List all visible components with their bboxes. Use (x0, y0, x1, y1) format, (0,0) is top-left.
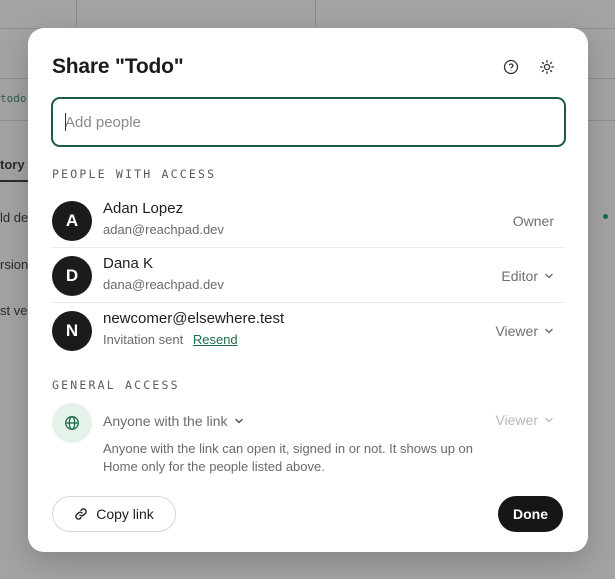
person-name: Dana K (103, 255, 154, 272)
dialog-title: Share "Todo" (52, 55, 184, 78)
bg-divider (315, 0, 316, 28)
invitation-status-text: Invitation sent (103, 332, 184, 347)
person-row-dana: D Dana K dana@reachpad.dev Editor (52, 248, 564, 303)
globe-icon (52, 403, 92, 443)
bg-tab: tory (0, 157, 25, 172)
avatar: N (52, 311, 92, 351)
bg-row: ld de (0, 210, 29, 225)
avatar: A (52, 201, 92, 241)
person-row-newcomer: N newcomer@elsewhere.test Invitation sen… (52, 303, 564, 358)
bg-row: st ve (0, 303, 28, 318)
text-caret (65, 113, 66, 131)
role-text: Viewer (495, 323, 538, 339)
copy-link-button[interactable]: Copy link (52, 496, 176, 532)
person-email: dana@reachpad.dev (103, 277, 224, 292)
role-dropdown-viewer[interactable]: Viewer (495, 323, 554, 339)
bg-divider (76, 0, 77, 28)
role-label-owner: Owner (513, 213, 554, 229)
share-dialog: Share "Todo" PEOPLE WITH ACCESS A Adan L… (28, 28, 588, 552)
chevron-down-icon (234, 418, 243, 424)
sun-icon[interactable] (537, 57, 557, 77)
person-name: Adan Lopez (103, 200, 184, 217)
done-button[interactable]: Done (498, 496, 563, 532)
chevron-down-icon (545, 273, 553, 279)
person-row-adan: A Adan Lopez adan@reachpad.dev Owner (52, 193, 564, 248)
copy-link-label: Copy link (96, 506, 154, 522)
role-text: Owner (512, 213, 554, 229)
general-access-description: Anyone with the link can open it, signed… (103, 441, 474, 474)
people-section-label: PEOPLE WITH ACCESS (52, 167, 217, 181)
general-access-selected: Anyone with the link (103, 413, 228, 429)
bg-row: rsion (0, 257, 29, 272)
general-access-role-dropdown[interactable]: Viewer (495, 412, 554, 428)
role-text: Viewer (495, 412, 538, 428)
person-name: newcomer@elsewhere.test (103, 310, 285, 327)
general-access-dropdown[interactable]: Anyone with the link (103, 413, 244, 429)
help-circle-icon[interactable] (501, 57, 521, 77)
resend-link[interactable]: Resend (193, 332, 238, 347)
link-icon (75, 508, 87, 520)
person-email: adan@reachpad.dev (103, 222, 224, 237)
chevron-down-icon (545, 417, 553, 423)
invitation-status: Invitation sent Resend (103, 332, 238, 347)
bg-tab-underline (0, 180, 28, 182)
avatar: D (52, 256, 92, 296)
role-dropdown-editor[interactable]: Editor (501, 268, 554, 284)
chevron-down-icon (545, 328, 553, 334)
add-people-input[interactable] (51, 97, 566, 147)
role-text: Editor (501, 268, 538, 284)
bg-status-dot (603, 214, 608, 219)
general-section-label: GENERAL ACCESS (52, 378, 180, 392)
